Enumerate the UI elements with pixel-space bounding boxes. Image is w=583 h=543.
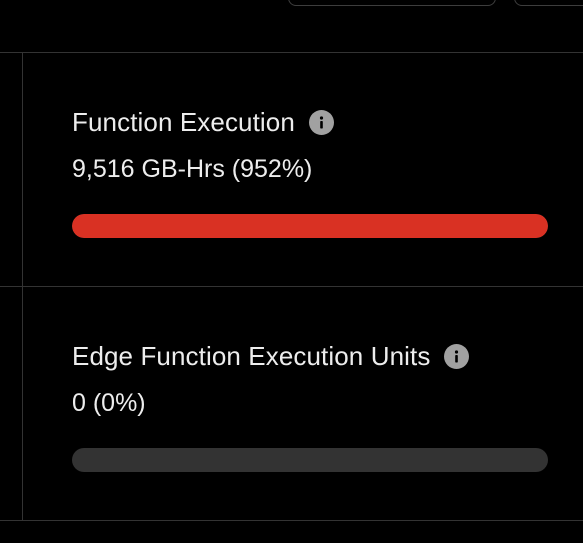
usage-card-function-execution: Function Execution 9,516 GB-Hrs (952%) (23, 53, 583, 286)
usage-card-value: 9,516 GB-Hrs (952%) (72, 155, 313, 183)
usage-card-value: 0 (0%) (72, 389, 146, 417)
info-icon[interactable] (308, 110, 334, 135)
usage-card-title: Edge Function Execution Units (72, 341, 431, 371)
usage-card-edge-function-execution-units: Edge Function Execution Units 0 (0%) (23, 287, 583, 520)
usage-card-header: Edge Function Execution Units (72, 341, 470, 372)
usage-card-title: Function Execution (72, 107, 295, 137)
usage-progress-bar (72, 448, 548, 472)
usage-progress-fill (72, 214, 548, 238)
info-icon[interactable] (444, 344, 470, 369)
divider (0, 520, 583, 521)
top-toolbar-button[interactable] (288, 0, 496, 6)
usage-card-header: Function Execution (72, 107, 334, 138)
usage-progress-bar (72, 214, 548, 238)
top-toolbar-button[interactable] (514, 0, 583, 6)
